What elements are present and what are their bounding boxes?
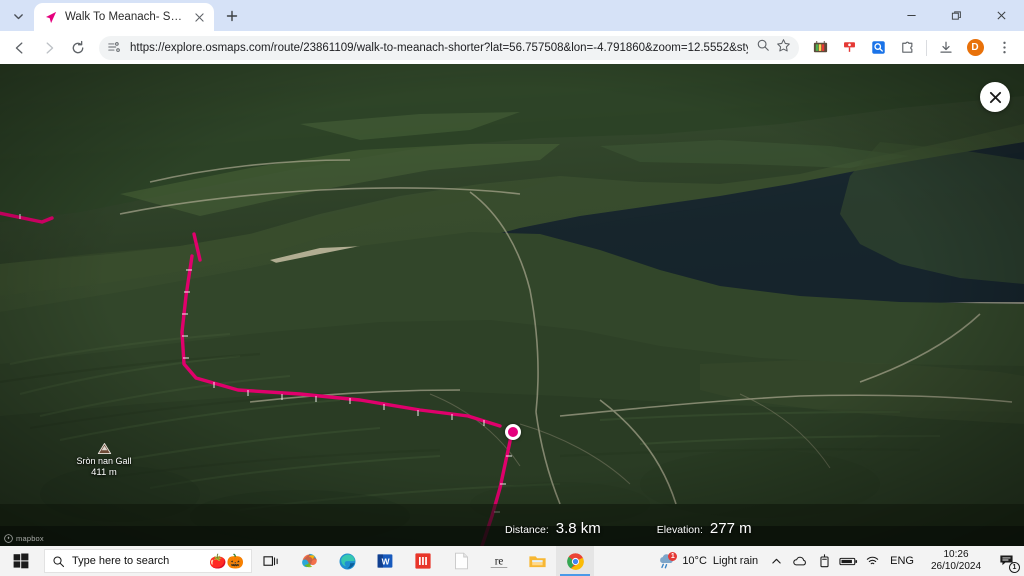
re-app-icon: re	[490, 556, 508, 568]
clock[interactable]: 10:26 26/10/2024	[920, 549, 992, 573]
window-controls	[889, 0, 1024, 31]
document-icon	[454, 552, 468, 570]
weather-temp: 10°C	[682, 555, 707, 567]
taskbar-item-chrome[interactable]	[556, 546, 594, 576]
taskbar-item-document[interactable]	[442, 546, 480, 576]
new-tab-button[interactable]	[219, 3, 245, 29]
device-tray-button[interactable]	[812, 546, 836, 576]
bookmark-star-icon[interactable]	[776, 38, 791, 58]
weather-badge: 1	[668, 551, 678, 561]
taskbar-item-copilot[interactable]	[290, 546, 328, 576]
tab-title: Walk To Meanach- Shorter	[65, 11, 184, 23]
chrome-icon	[566, 552, 584, 570]
close-icon	[989, 91, 1001, 103]
windows-taskbar: Type here to search 🍅🎃 W re 1 10°C Light…	[0, 546, 1024, 576]
word-icon: W	[377, 554, 393, 568]
route-position-marker[interactable]	[505, 424, 521, 440]
osmaps-arrow-icon	[46, 11, 57, 23]
avatar: D	[966, 39, 984, 56]
stat-elevation: Elevation: 277 m	[657, 520, 752, 537]
mapbox-attribution[interactable]: mapbox	[4, 534, 44, 543]
notification-center-button[interactable]: 1	[992, 546, 1022, 576]
toolbar-divider	[926, 39, 927, 56]
browser-tab[interactable]: Walk To Meanach- Shorter	[34, 3, 214, 31]
search-input[interactable]: Type here to search 🍅🎃	[44, 549, 252, 573]
map-viewport[interactable]: Sròn nan Gall 411 m Distance: 3.8 km Ele…	[0, 64, 1024, 546]
close-route-button[interactable]	[980, 82, 1010, 112]
search-placeholder: Type here to search	[72, 555, 170, 567]
show-hidden-icons-button[interactable]	[764, 546, 788, 576]
device-icon	[820, 554, 829, 568]
stat-distance: Distance: 3.8 km	[505, 520, 601, 537]
clock-date: 26/10/2024	[930, 561, 982, 572]
start-icon	[13, 553, 29, 569]
browser-toolbar: https://explore.osmaps.com/route/2386110…	[0, 31, 1024, 64]
extension-search-blue-icon[interactable]	[864, 34, 892, 62]
minimize-button[interactable]	[889, 0, 934, 31]
battery-tray-button[interactable]	[836, 546, 860, 576]
chevron-up-icon	[771, 558, 781, 564]
route-stats: Distance: 3.8 km Elevation: 277 m	[505, 520, 752, 537]
wifi-icon	[866, 556, 878, 565]
tab-close-icon[interactable]	[191, 9, 208, 26]
mapbox-icon	[4, 534, 13, 543]
start-button[interactable]	[0, 546, 42, 576]
poi-label-sron-nan-gall: Sròn nan Gall 411 m	[62, 442, 146, 478]
distance-value: 3.8 km	[555, 520, 601, 537]
extension-red-icon[interactable]	[835, 34, 863, 62]
taskbar-item-re-app[interactable]: re	[480, 546, 518, 576]
taskbar-item-task-view[interactable]	[252, 546, 290, 576]
back-button[interactable]	[6, 34, 34, 62]
mountain-peak-icon	[97, 443, 111, 455]
profile-avatar[interactable]: D	[961, 34, 989, 62]
taskbar-item-edge[interactable]	[328, 546, 366, 576]
address-bar[interactable]: https://explore.osmaps.com/route/2386110…	[99, 35, 800, 60]
search-decoration-icon: 🍅🎃	[209, 553, 244, 569]
battery-icon	[839, 557, 857, 565]
edge-icon	[339, 553, 355, 569]
satellite-map	[0, 64, 1024, 546]
copilot-icon	[301, 553, 317, 567]
zoom-magnifier-icon[interactable]	[756, 38, 770, 57]
onedrive-tray-button[interactable]	[788, 546, 812, 576]
close-window-button[interactable]	[979, 0, 1024, 31]
browser-window: Walk To Meanach- Shorter	[0, 0, 1024, 576]
reload-button[interactable]	[64, 34, 92, 62]
wifi-tray-button[interactable]	[860, 546, 884, 576]
mapbox-label: mapbox	[16, 534, 44, 543]
onedrive-cloud-icon	[793, 556, 807, 566]
distance-label: Distance:	[505, 524, 549, 536]
elevation-label: Elevation:	[656, 524, 703, 536]
taskbar-item-red-app[interactable]	[404, 546, 442, 576]
search-icon	[53, 555, 65, 567]
three-dot-menu-icon[interactable]	[990, 34, 1018, 62]
forward-button[interactable]	[35, 34, 63, 62]
notification-badge: 1	[1009, 562, 1020, 573]
taskbar-item-word[interactable]: W	[366, 546, 404, 576]
url-text: https://explore.osmaps.com/route/2386110…	[130, 41, 749, 54]
extension-colorful-icon[interactable]	[806, 34, 834, 62]
poi-elevation: 411 m	[91, 467, 117, 478]
task-view-icon	[262, 555, 278, 566]
clock-time: 10:26	[943, 549, 969, 560]
tray-weather[interactable]: 1 10°C Light rain	[651, 551, 764, 570]
elevation-value: 277 m	[709, 520, 752, 537]
extensions-puzzle-icon[interactable]	[893, 34, 921, 62]
download-icon[interactable]	[932, 34, 960, 62]
language-indicator[interactable]: ENG	[884, 555, 920, 567]
restore-button[interactable]	[934, 0, 979, 31]
taskbar-item-file-explorer[interactable]	[518, 546, 556, 576]
folder-icon	[528, 555, 546, 567]
poi-name: Sròn nan Gall	[76, 456, 132, 466]
site-settings-icon[interactable]	[107, 40, 122, 55]
tab-search-button[interactable]	[4, 2, 32, 30]
svg-text:W: W	[382, 557, 390, 567]
red-app-icon	[415, 553, 431, 569]
tab-strip: Walk To Meanach- Shorter	[0, 0, 1024, 31]
weather-condition: Light rain	[712, 555, 759, 567]
system-tray: 1 10°C Light rain ENG 10:26 26/10/2024 1	[651, 546, 1024, 576]
svg-text:re: re	[495, 556, 504, 568]
